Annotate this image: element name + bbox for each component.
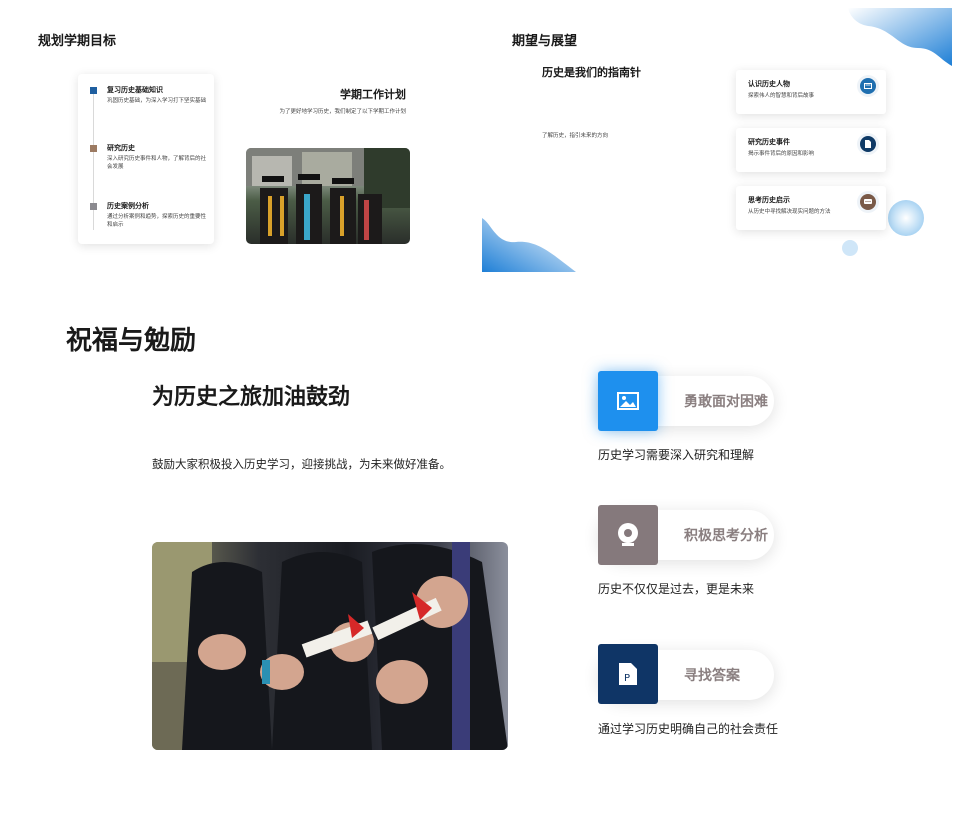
slide-semester-goals: 规划学期目标 复习历史基础知识 巩固历史基础，为深入学习打下坚实基础 研究历史 … [0, 0, 480, 272]
svg-text:P: P [624, 673, 630, 684]
timeline-item: 复习历史基础知识 巩固历史基础，为深入学习打下坚实基础 [90, 86, 208, 105]
card-desc: 揭示事件背后的原因和影响 [748, 151, 815, 157]
card-title: 研究历史事件 [748, 138, 790, 146]
plan-desc: 为了更好地学习历史，我们制定了以下学期工作计划 [279, 109, 406, 115]
section-desc: 了解历史，指引未来的方向 [542, 133, 609, 139]
timeline-item-name: 研究历史 [107, 144, 135, 152]
timeline-marker [90, 87, 97, 94]
decorative-bubble [888, 200, 924, 236]
timeline-item-desc: 深入研究历史事件和人物，了解背后的社会发展 [107, 156, 207, 170]
timeline-item-name: 历史案例分析 [107, 202, 149, 210]
timeline-marker [90, 145, 97, 152]
timeline-item-desc: 巩固历史基础，为深入学习打下坚实基础 [107, 98, 207, 104]
section-body: 鼓励大家积极投入历史学习，迎接挑战，为未来做好准备。 [152, 457, 451, 471]
timeline-item: 历史案例分析 通过分析案例和趋势，探索历史的重要性和启示 [90, 202, 208, 229]
slide-title: 祝福与勉励 [66, 326, 197, 356]
card-desc: 从历史中寻找解决现实问题的方法 [748, 209, 831, 215]
card-icon [860, 78, 876, 94]
graduation-photo [246, 148, 410, 244]
decorative-bubble [842, 240, 858, 256]
timeline-card: 复习历史基础知识 巩固历史基础，为深入学习打下坚实基础 研究历史 深入研究历史事… [78, 74, 214, 244]
timeline-marker [90, 203, 97, 210]
pill-label: 寻找答案 [684, 668, 740, 684]
graduates-diploma-photo [152, 542, 508, 750]
pill-desc: 历史学习需要深入研究和理解 [598, 448, 755, 462]
card-title: 认识历史人物 [748, 80, 790, 88]
card-title: 思考历史启示 [748, 196, 790, 204]
decorative-blob [482, 218, 576, 272]
pill-desc: 通过学习历史明确自己的社会责任 [598, 722, 779, 736]
expectation-card: 认识历史人物 探索伟人的智慧和背后故事 [736, 70, 886, 114]
slide-blessings: 祝福与勉励 为历史之旅加油鼓劲 鼓励大家积极投入历史学习，迎接挑战，为未来做好准… [0, 290, 960, 816]
slide-title: 期望与展望 [512, 34, 578, 49]
decorative-blob [848, 8, 952, 66]
pill-label: 积极思考分析 [684, 528, 768, 544]
document-icon [860, 136, 876, 152]
timeline-item: 研究历史 深入研究历史事件和人物，了解背后的社会发展 [90, 144, 208, 171]
plan-title: 学期工作计划 [340, 88, 406, 101]
slide-expectations: 期望与展望 历史是我们的指南针 了解历史，指引未来的方向 认识历史人物 探索伟人… [482, 0, 960, 272]
pill-label: 勇敢面对困难 [684, 394, 768, 410]
timeline-item-desc: 通过分析案例和趋势，探索历史的重要性和启示 [107, 214, 207, 228]
timeline-item-name: 复习历史基础知识 [107, 86, 163, 94]
card-desc: 探索伟人的智慧和背后故事 [748, 93, 815, 99]
section-heading: 为历史之旅加油鼓劲 [152, 385, 351, 410]
image-icon [598, 371, 658, 431]
ppt-file-icon: P [598, 644, 658, 704]
webcam-icon [598, 505, 658, 565]
section-subtitle: 历史是我们的指南针 [542, 66, 641, 79]
chat-icon [860, 194, 876, 210]
expectation-card: 研究历史事件 揭示事件背后的原因和影响 [736, 128, 886, 172]
pill-desc: 历史不仅仅是过去，更是未来 [598, 582, 755, 596]
slide-title: 规划学期目标 [38, 34, 117, 49]
expectation-card: 思考历史启示 从历史中寻找解决现实问题的方法 [736, 186, 886, 230]
